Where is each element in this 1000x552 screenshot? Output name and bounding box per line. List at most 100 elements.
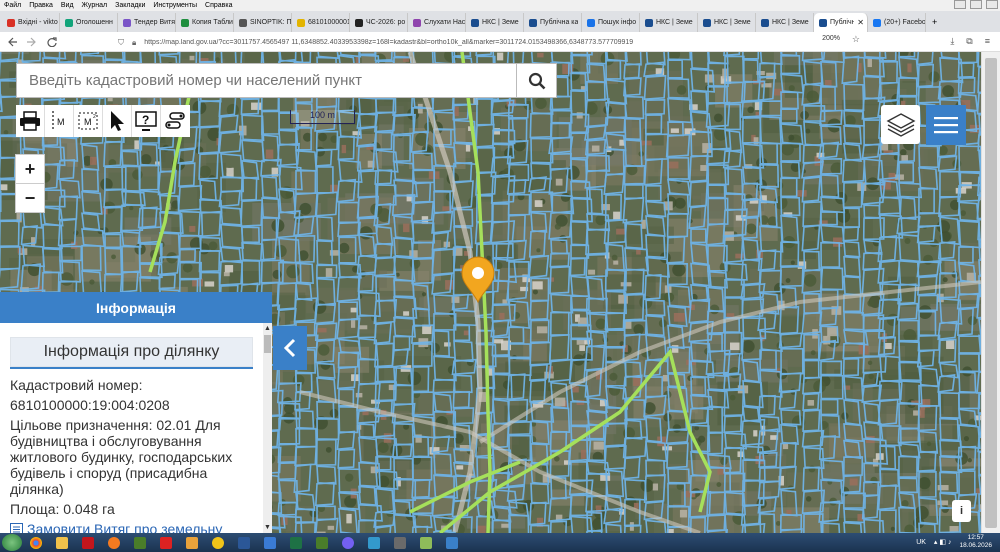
browser-tab[interactable]: SINOPTIK: По xyxy=(234,13,292,32)
zoom-control: + − xyxy=(15,154,45,213)
menu-edit[interactable]: Правка xyxy=(29,0,53,11)
menu-help[interactable]: Справка xyxy=(205,0,232,11)
browser-tab[interactable]: Тендер Витя xyxy=(118,13,176,32)
reload-button[interactable] xyxy=(44,34,60,50)
tab-favicon-icon xyxy=(181,18,189,27)
browser-tab[interactable]: НКС | Земе xyxy=(466,13,524,32)
route-icon xyxy=(164,112,185,129)
menu-bookmarks[interactable]: Закладки xyxy=(115,0,145,11)
tab-favicon-icon xyxy=(123,18,131,27)
minimize-button[interactable] xyxy=(954,0,966,9)
zoom-in-button[interactable]: + xyxy=(16,155,44,184)
menu-history[interactable]: Журнал xyxy=(82,0,108,11)
scroll-up-icon[interactable]: ▲ xyxy=(264,325,271,332)
print-button[interactable] xyxy=(16,105,45,137)
browser-tab[interactable]: Пошук інфо xyxy=(582,13,640,32)
scale-bar: 100 m xyxy=(290,110,355,124)
tray-icons[interactable]: ▴ ◧ ♪ xyxy=(934,538,952,546)
taskbar-acrobat[interactable] xyxy=(76,534,100,551)
zoom-level[interactable]: 200% xyxy=(822,35,840,42)
order-link-text[interactable]: Замовити Витяг про земельну ділянку xyxy=(27,521,253,533)
downloads-icon[interactable]: ⤓ xyxy=(950,36,954,47)
taskbar-app-4[interactable] xyxy=(206,534,230,551)
browser-tab[interactable]: НКС | Земе xyxy=(640,13,698,32)
menu-view[interactable]: Вид xyxy=(61,0,74,11)
panel-header: Інформація xyxy=(0,292,272,323)
search-icon xyxy=(528,72,545,89)
route-button[interactable] xyxy=(161,105,190,137)
tab-favicon-icon xyxy=(645,18,653,27)
maximize-button[interactable] xyxy=(970,0,982,9)
browser-tab[interactable]: Оголошенн xyxy=(60,13,118,32)
browser-tab[interactable]: (20+) Facebo xyxy=(868,13,926,32)
taskbar-app-6[interactable] xyxy=(310,534,334,551)
search-button[interactable] xyxy=(516,64,556,97)
clock[interactable]: 12:57 18.06.2026 xyxy=(959,534,992,550)
taskbar-excel[interactable] xyxy=(284,534,308,551)
close-tab-icon[interactable]: ✕ xyxy=(857,13,867,32)
zoom-out-button[interactable]: − xyxy=(16,184,44,213)
taskbar-chrome[interactable] xyxy=(24,534,48,551)
scroll-down-icon[interactable]: ▼ xyxy=(264,524,271,531)
hamburger-menu-button[interactable] xyxy=(926,105,966,145)
nav-right-buttons: ⤓ ⧉ ≡ xyxy=(950,36,990,47)
browser-tab[interactable]: Слухати Нас xyxy=(408,13,466,32)
taskbar-app-3[interactable] xyxy=(180,534,204,551)
taskbar-app-9[interactable] xyxy=(414,534,438,551)
order-extract-link[interactable]: Замовити Витяг про земельну ділянку xyxy=(10,521,253,533)
browser-tab[interactable]: НКС | Земе xyxy=(698,13,756,32)
url-text[interactable]: https://map.land.gov.ua/?cc=3011757.4565… xyxy=(144,39,633,46)
app-menu-icon[interactable]: ≡ xyxy=(985,36,990,47)
taskbar-word[interactable] xyxy=(232,534,256,551)
panel-scroll-thumb[interactable] xyxy=(264,335,271,353)
browser-tab[interactable]: Публічна ка xyxy=(524,13,582,32)
browser-tab[interactable]: ЧС-2026: ро xyxy=(350,13,408,32)
language-indicator[interactable]: UK xyxy=(916,539,926,546)
taskbar-explorer[interactable] xyxy=(50,534,74,551)
taskbar-firefox[interactable] xyxy=(102,534,126,551)
page-scrollbar[interactable] xyxy=(981,52,1000,533)
browser-tab[interactable]: 68101000001 xyxy=(292,13,350,32)
search-input[interactable] xyxy=(17,64,516,97)
menu-bar: Файл Правка Вид Журнал Закладки Инструме… xyxy=(0,0,1000,11)
tab-favicon-icon xyxy=(529,18,537,27)
browser-tab[interactable]: Копия Табли xyxy=(176,13,234,32)
clock-date: 18.06.2026 xyxy=(959,542,992,549)
measure-distance-button[interactable]: M xyxy=(45,105,74,137)
browser-tab[interactable]: НКС | Земе xyxy=(756,13,814,32)
menu-tools[interactable]: Инструменты xyxy=(153,0,197,11)
identify-button[interactable]: ? xyxy=(132,105,161,137)
forward-button[interactable] xyxy=(24,34,40,50)
browser-tab[interactable]: Публічн ✕ xyxy=(814,13,868,32)
close-window-button[interactable] xyxy=(986,0,998,9)
map-info-button[interactable]: i xyxy=(952,500,971,522)
tab-label: Копия Табли xyxy=(192,19,233,26)
menu-file[interactable]: Файл xyxy=(4,0,21,11)
panel-scrollbar[interactable]: ▲ ▼ xyxy=(263,323,272,533)
map-view[interactable]: M M2 ? 100 m + − i Інформація Інформація… xyxy=(0,52,981,533)
page-scroll-thumb[interactable] xyxy=(985,58,997,528)
taskbar-app-8[interactable] xyxy=(388,534,412,551)
svg-text:?: ? xyxy=(142,113,149,127)
collapse-panel-button[interactable] xyxy=(273,326,307,370)
taskbar-app-2[interactable] xyxy=(154,534,178,551)
layers-button[interactable] xyxy=(881,105,920,144)
browser-tab[interactable]: Вхідні - vikto xyxy=(2,13,60,32)
tab-label: SINOPTIK: По xyxy=(250,19,291,26)
measure-area-button[interactable]: M2 xyxy=(74,105,103,137)
tab-favicon-icon xyxy=(761,18,769,27)
back-button[interactable] xyxy=(4,34,20,50)
taskbar-app-7[interactable] xyxy=(362,534,386,551)
select-pointer-button[interactable] xyxy=(103,105,132,137)
section-divider xyxy=(10,367,253,369)
extensions-icon[interactable]: ⧉ xyxy=(966,36,972,47)
url-bar[interactable]: ⛉ 🔒︎ https://map.land.gov.ua/?cc=3011757… xyxy=(118,34,870,50)
start-button[interactable] xyxy=(2,534,22,551)
taskbar-app-1[interactable] xyxy=(128,534,152,551)
new-tab-button[interactable]: + xyxy=(926,13,943,32)
taskbar-app-5[interactable] xyxy=(258,534,282,551)
taskbar-viber[interactable] xyxy=(336,534,360,551)
bookmark-star-icon[interactable]: ☆ xyxy=(852,34,860,45)
tab-favicon-icon xyxy=(873,18,881,27)
taskbar-app-10[interactable] xyxy=(440,534,464,551)
